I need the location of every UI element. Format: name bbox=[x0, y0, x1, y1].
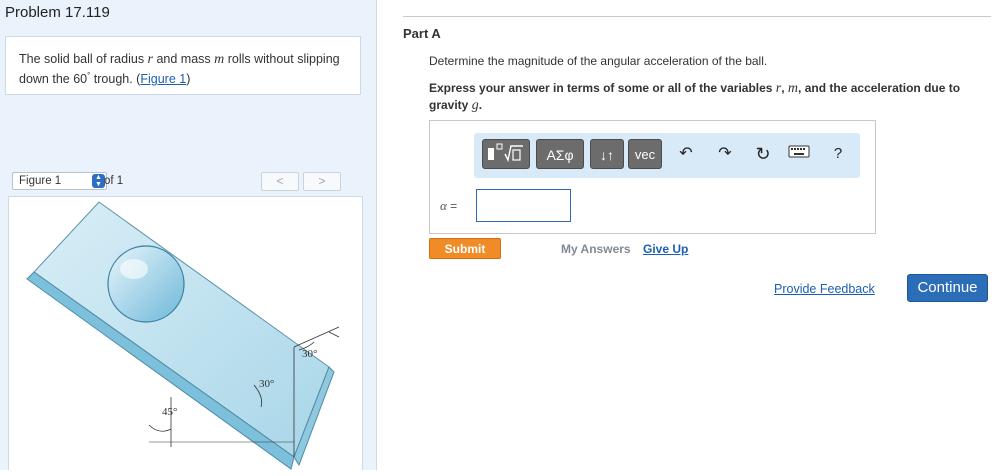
angle-label-mid: 30° bbox=[259, 378, 274, 390]
problem-statement: The solid ball of radius r and mass m ro… bbox=[5, 36, 361, 95]
figure-image: 30° 30° 45° bbox=[8, 196, 363, 470]
problem-text: ) bbox=[186, 72, 191, 87]
help-icon[interactable]: ? bbox=[827, 143, 849, 165]
alpha-symbol: α bbox=[440, 198, 447, 213]
ball-highlight bbox=[120, 259, 148, 279]
submit-button[interactable]: Submit bbox=[429, 238, 501, 259]
greek-symbols-button[interactable]: ΑΣφ bbox=[536, 139, 584, 169]
vector-button[interactable]: vec bbox=[628, 139, 662, 169]
angle-label-left: 45° bbox=[162, 406, 177, 418]
reset-icon[interactable]: ↻ bbox=[752, 143, 774, 165]
problem-panel: Problem 17.119 The solid ball of radius … bbox=[0, 0, 376, 470]
figure-link[interactable]: Figure 1 bbox=[140, 72, 186, 86]
var-g: g bbox=[471, 98, 479, 113]
instructions-text: , bbox=[781, 81, 788, 95]
my-answers-link[interactable]: My Answers bbox=[561, 242, 631, 256]
templates-icon bbox=[488, 143, 523, 163]
redo-icon[interactable]: ↷ bbox=[714, 143, 736, 165]
problem-title: Problem 17.119 bbox=[5, 4, 110, 21]
keyboard-glyph bbox=[788, 145, 810, 158]
trough-face-left bbox=[33, 201, 330, 458]
instructions-text: . bbox=[478, 98, 483, 112]
angle-label-top: 30° bbox=[302, 348, 317, 360]
part-title: Part A bbox=[403, 26, 441, 41]
provide-feedback-link[interactable]: Provide Feedback bbox=[774, 282, 875, 296]
continue-button[interactable]: Continue bbox=[907, 274, 988, 302]
answer-label: α = bbox=[440, 198, 457, 214]
instructions-text: Express your answer in terms of some or … bbox=[429, 81, 776, 95]
var-m: m bbox=[214, 52, 225, 67]
equals-sign: = bbox=[446, 199, 458, 213]
undo-icon[interactable]: ↶ bbox=[675, 143, 697, 165]
top-rule bbox=[403, 16, 991, 17]
answer-input[interactable] bbox=[476, 189, 571, 222]
trough-ball-diagram: 30° 30° 45° bbox=[26, 201, 340, 470]
guide-line bbox=[293, 326, 340, 348]
problem-text: The solid ball of radius bbox=[19, 52, 148, 66]
figure-select[interactable]: Figure 1 ▲ ▼ bbox=[12, 172, 107, 190]
figure-count: of 1 bbox=[104, 175, 124, 187]
instructions: Express your answer in terms of some or … bbox=[429, 80, 974, 114]
guide-line bbox=[328, 331, 340, 338]
figure-select-value: Figure 1 bbox=[19, 175, 62, 187]
figure-nav: Figure 1 ▲ ▼ of 1 < > bbox=[5, 168, 363, 196]
var-m: m bbox=[787, 81, 799, 96]
templates-button[interactable] bbox=[482, 139, 530, 169]
next-figure-button[interactable]: > bbox=[303, 172, 341, 191]
give-up-link[interactable]: Give Up bbox=[643, 242, 688, 256]
question-text: Determine the magnitude of the angular a… bbox=[429, 54, 768, 68]
subscript-superscript-button[interactable]: ↓↑ bbox=[590, 139, 624, 169]
panel-divider bbox=[376, 0, 377, 470]
problem-text: and mass bbox=[153, 52, 215, 66]
equation-toolbar: ΑΣφ ↓↑ vec ↶ ↷ ↻ ? bbox=[474, 133, 860, 178]
angle-arc bbox=[148, 424, 172, 432]
keyboard-icon[interactable] bbox=[788, 143, 810, 165]
prev-figure-button[interactable]: < bbox=[261, 172, 299, 191]
problem-text: trough. ( bbox=[90, 72, 141, 87]
ball bbox=[107, 245, 185, 323]
